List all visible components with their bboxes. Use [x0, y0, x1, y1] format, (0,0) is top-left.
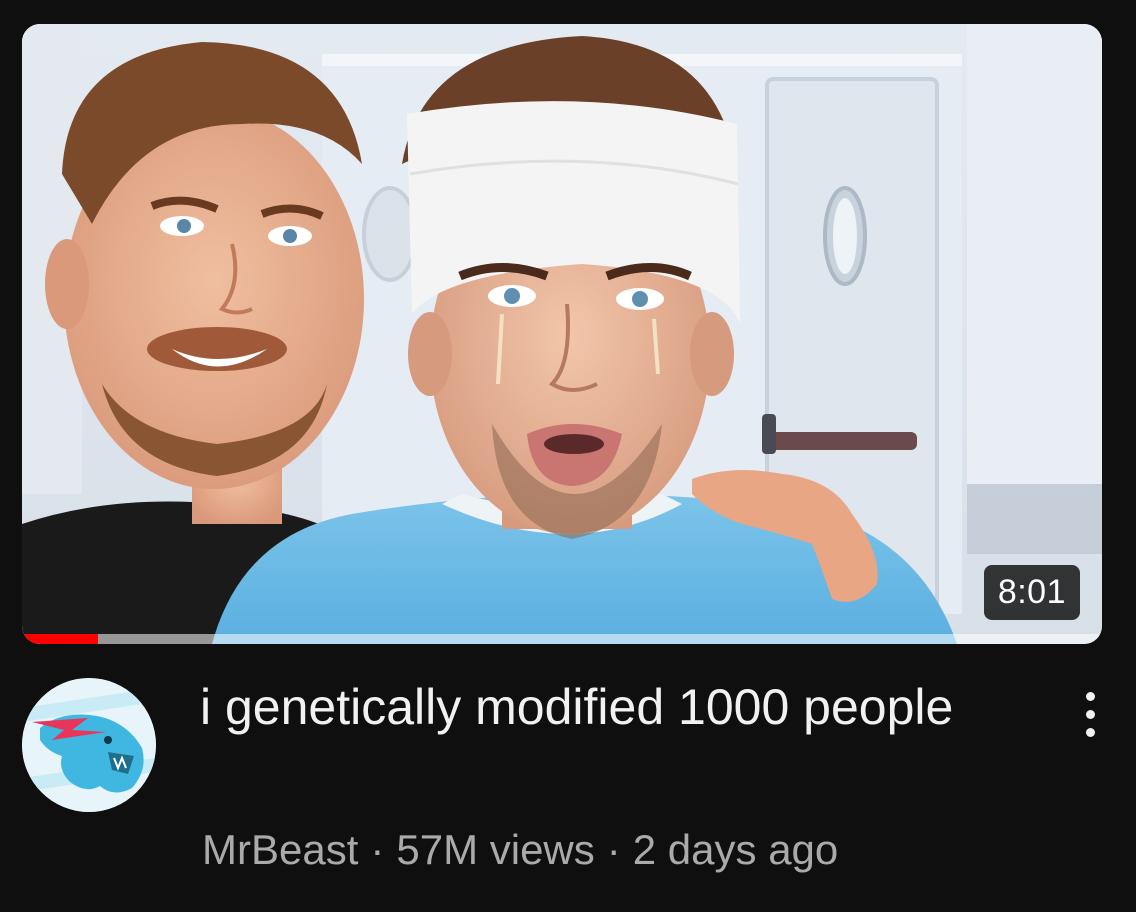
upload-age: 2 days ago — [632, 826, 839, 873]
vertical-ellipsis-icon — [1072, 692, 1108, 737]
video-thumbnail[interactable]: 8:01 — [22, 24, 1102, 644]
byline-separator: · — [606, 826, 621, 873]
channel-name[interactable]: MrBeast — [202, 826, 358, 873]
video-title[interactable]: i genetically modified 1000 people — [200, 676, 1020, 738]
watch-progress-bar — [22, 634, 1102, 644]
video-duration-badge: 8:01 — [983, 565, 1080, 620]
thumbnail-image — [22, 24, 1102, 644]
byline-separator: · — [370, 826, 385, 873]
watch-progress-fill — [22, 634, 98, 644]
mrbeast-panther-logo-icon — [22, 678, 156, 812]
view-count: 57M views — [396, 826, 595, 873]
video-byline: MrBeast · 57M views · 2 days ago — [202, 826, 838, 874]
more-actions-button[interactable] — [1072, 686, 1108, 750]
video-details: i genetically modified 1000 people MrBea… — [0, 660, 1136, 900]
video-card[interactable]: 8:01 i genetically modified 1000 people … — [0, 0, 1136, 912]
channel-avatar[interactable] — [22, 678, 156, 812]
